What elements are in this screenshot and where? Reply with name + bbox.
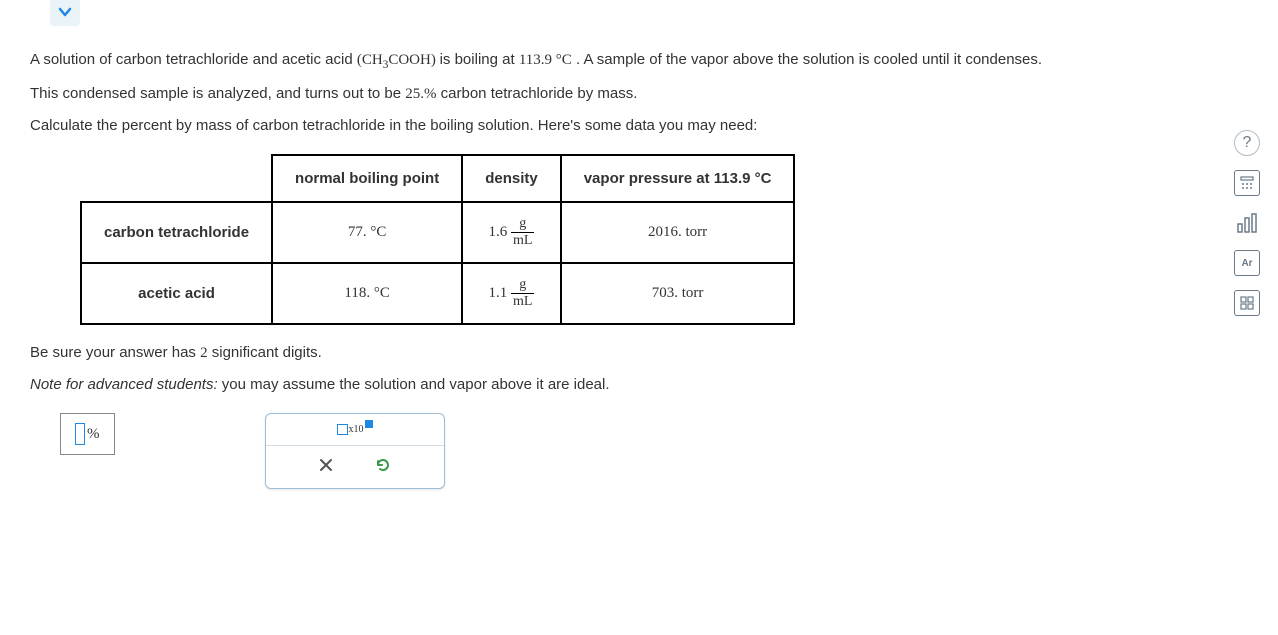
question-icon: ? bbox=[1243, 134, 1252, 152]
x10-label: x10 bbox=[349, 424, 364, 435]
grid-icon bbox=[1239, 295, 1255, 311]
placeholder-box-icon bbox=[337, 424, 348, 435]
temperature-value: 113.9 °C bbox=[519, 52, 572, 68]
bar-chart-icon bbox=[1236, 212, 1258, 234]
tool-panel: x10 bbox=[265, 413, 445, 489]
scientific-notation-button[interactable]: x10 bbox=[337, 424, 373, 435]
vp-value: 2016. torr bbox=[561, 202, 795, 263]
calculator-button[interactable] bbox=[1234, 170, 1260, 196]
table-row: acetic acid 118. °C 1.1 gmL 703. torr bbox=[81, 263, 794, 324]
exponent-box-icon bbox=[365, 420, 373, 428]
sigfig-instruction: Be sure your answer has 2 significant di… bbox=[30, 341, 1248, 365]
col-header-bp: normal boiling point bbox=[272, 155, 462, 202]
text: This condensed sample is analyzed, and t… bbox=[30, 85, 405, 102]
bp-value: 77. °C bbox=[272, 202, 462, 263]
problem-content: A solution of carbon tetrachloride and a… bbox=[0, 32, 1278, 509]
text: is boiling at bbox=[440, 51, 519, 68]
side-toolbar: ? Ar bbox=[1234, 130, 1260, 316]
collapse-button[interactable] bbox=[50, 0, 80, 26]
bp-value: 118. °C bbox=[272, 263, 462, 324]
empty-cell bbox=[81, 155, 272, 202]
table-row: carbon tetrachloride 77. °C 1.6 gmL 2016… bbox=[81, 202, 794, 263]
periodic-table-button[interactable]: Ar bbox=[1234, 250, 1260, 276]
density-value: 1.6 gmL bbox=[462, 202, 561, 263]
row-label: carbon tetrachloride bbox=[81, 202, 272, 263]
help-button[interactable]: ? bbox=[1234, 130, 1260, 156]
problem-line-2: This condensed sample is analyzed, and t… bbox=[30, 82, 1248, 106]
text: . A sample of the vapor above the soluti… bbox=[576, 51, 1042, 68]
col-header-vp: vapor pressure at 113.9 °C bbox=[561, 155, 795, 202]
answer-input[interactable]: % bbox=[60, 413, 115, 455]
reset-button[interactable] bbox=[374, 456, 392, 478]
text: carbon tetrachloride by mass. bbox=[441, 85, 638, 102]
periodic-icon: Ar bbox=[1241, 258, 1252, 269]
percent-value: 25.% bbox=[405, 86, 436, 102]
text: A solution of carbon tetrachloride and a… bbox=[30, 51, 357, 68]
vp-value: 703. torr bbox=[561, 263, 795, 324]
note-label: Note for advanced students: bbox=[30, 376, 218, 393]
reference-button[interactable] bbox=[1234, 290, 1260, 316]
clear-button[interactable] bbox=[318, 457, 334, 477]
problem-line-1: A solution of carbon tetrachloride and a… bbox=[30, 48, 1248, 74]
undo-icon bbox=[374, 456, 392, 474]
table-header-row: normal boiling point density vapor press… bbox=[81, 155, 794, 202]
advanced-note: Note for advanced students: you may assu… bbox=[30, 373, 1248, 397]
note-text: you may assume the solution and vapor ab… bbox=[218, 376, 610, 393]
answer-unit: % bbox=[87, 426, 100, 443]
x-icon bbox=[318, 457, 334, 473]
input-cursor bbox=[75, 423, 85, 445]
problem-line-3: Calculate the percent by mass of carbon … bbox=[30, 114, 1248, 138]
row-label: acetic acid bbox=[81, 263, 272, 324]
density-value: 1.1 gmL bbox=[462, 263, 561, 324]
formula: (CH3COOH) bbox=[357, 52, 440, 68]
col-header-density: density bbox=[462, 155, 561, 202]
data-table: normal boiling point density vapor press… bbox=[80, 154, 795, 325]
chevron-down-icon bbox=[57, 4, 73, 20]
graph-button[interactable] bbox=[1234, 210, 1260, 236]
calculator-icon bbox=[1239, 175, 1255, 191]
